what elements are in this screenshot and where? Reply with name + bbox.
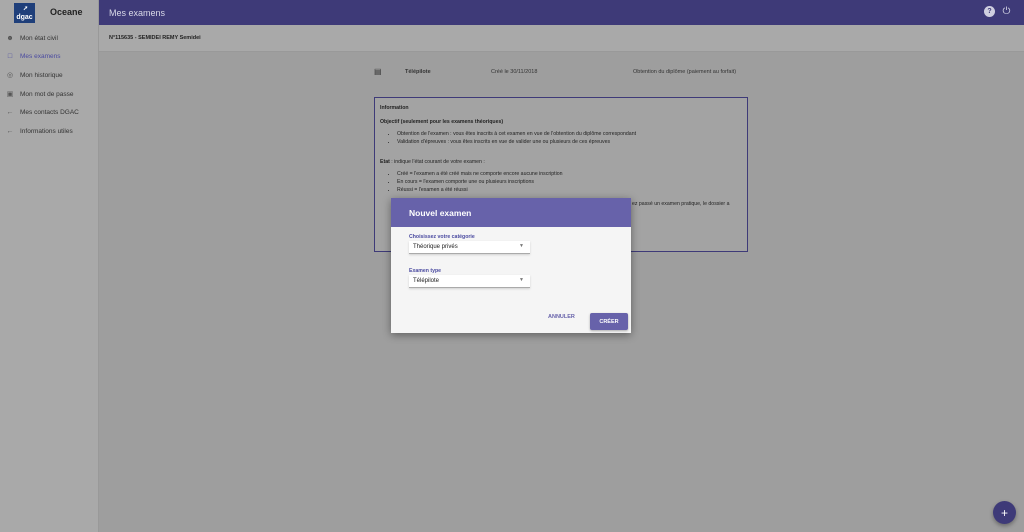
list-item: Validation d'épreuves : vous êtes inscri… xyxy=(397,138,742,146)
category-select-value: Théorique privés xyxy=(413,244,458,250)
exam-type-select[interactable]: Télépilote ▼ xyxy=(409,275,530,288)
top-app-bar: Mes examens ? ⏻ xyxy=(99,0,1024,25)
sidebar-item-etat-civil[interactable]: ☻ Mon état civil xyxy=(0,29,99,48)
help-icon[interactable]: ? xyxy=(984,6,995,17)
sidebar-item-informations[interactable]: ← Informations utiles xyxy=(0,122,99,141)
logo-text: dgac xyxy=(16,14,33,21)
sidebar-item-label: Mon historique xyxy=(20,71,63,79)
user-id-line: N°115635 - SEMIDEI REMY Semidei xyxy=(109,35,201,41)
sidebar-nav: ☻ Mon état civil □ Mes examens ◎ Mon his… xyxy=(0,29,99,141)
new-exam-dialog: Nouvel examen Choisissez votre catégorie… xyxy=(391,198,631,333)
sidebar-item-label: Mon état civil xyxy=(20,34,58,42)
state-intro: : indique l'état courant de votre examen… xyxy=(389,159,485,165)
message-icon: ▤ xyxy=(374,67,382,76)
exam-type-select-value: Télépilote xyxy=(413,278,440,284)
cancel-button[interactable]: ANNULER xyxy=(548,314,575,320)
chevron-down-icon: ▼ xyxy=(519,243,524,249)
folder-icon: □ xyxy=(7,53,13,61)
sidebar-item-label: Informations utiles xyxy=(20,127,73,135)
arrow-left-icon: ← xyxy=(6,127,14,135)
sidebar-item-label: Mes examens xyxy=(20,53,61,61)
objective-list: Obtention de l'examen : vous êtes inscri… xyxy=(397,130,742,146)
state-list: Créé = l'examen a été créé mais ne compo… xyxy=(397,170,742,194)
list-item: Créé = l'examen a été créé mais ne compo… xyxy=(397,170,742,178)
category-select[interactable]: Théorique privés ▼ xyxy=(409,241,530,254)
globe-icon: ◎ xyxy=(6,72,14,80)
info-partial-text: ez passé un examen pratique, le dossier … xyxy=(632,201,730,207)
state-heading: Etat xyxy=(380,159,390,165)
app-name: Oceane xyxy=(50,7,83,17)
power-icon[interactable]: ⏻ xyxy=(1001,6,1012,17)
list-item: Obtention de l'examen : vous êtes inscri… xyxy=(397,130,742,138)
user-info-bar: N°115635 - SEMIDEI REMY Semidei xyxy=(99,25,1024,52)
list-item: Réussi = l'examen a été réussi xyxy=(397,186,742,194)
sidebar-item-contacts[interactable]: ← Mes contacts DGAC xyxy=(0,103,99,122)
state-line: Etat : indique l'état courant de votre e… xyxy=(380,158,742,166)
sidebar-item-examens[interactable]: □ Mes examens xyxy=(0,48,99,67)
arrow-left-icon: ← xyxy=(6,109,14,117)
sidebar-item-label: Mon mot de passe xyxy=(20,90,74,98)
person-icon: ☻ xyxy=(6,34,14,42)
add-exam-fab[interactable]: + xyxy=(993,501,1016,524)
lock-icon: ▣ xyxy=(6,91,14,99)
dgac-logo: ➚ dgac xyxy=(14,3,35,23)
dialog-title: Nouvel examen xyxy=(391,198,631,227)
logo-wing-icon: ➚ xyxy=(23,6,29,12)
category-label: Choisissez votre catégorie xyxy=(409,234,475,240)
page-title: Mes examens xyxy=(109,7,166,18)
create-button[interactable]: CRÉER xyxy=(590,313,628,330)
list-item: En cours = l'examen comporte une ou plus… xyxy=(397,178,742,186)
exam-status: Obtention du diplôme (paiement au forfai… xyxy=(633,69,737,75)
exam-created-date: Créé le 30/11/2018 xyxy=(491,69,538,75)
info-title: Information xyxy=(380,105,409,111)
exam-name: Télépilote xyxy=(405,69,431,75)
sidebar: ➚ dgac Oceane ☻ Mon état civil □ Mes exa… xyxy=(0,0,99,532)
sidebar-item-mot-de-passe[interactable]: ▣ Mon mot de passe xyxy=(0,85,99,104)
objective-heading: Objectif (seulement pour les examens thé… xyxy=(380,119,504,125)
chevron-down-icon: ▼ xyxy=(519,277,524,283)
exam-row[interactable]: ▤ Télépilote Créé le 30/11/2018 Obtentio… xyxy=(370,66,750,80)
exam-type-label: Examen type xyxy=(409,268,442,274)
sidebar-item-label: Mes contacts DGAC xyxy=(20,109,79,117)
sidebar-item-historique[interactable]: ◎ Mon historique xyxy=(0,66,99,85)
